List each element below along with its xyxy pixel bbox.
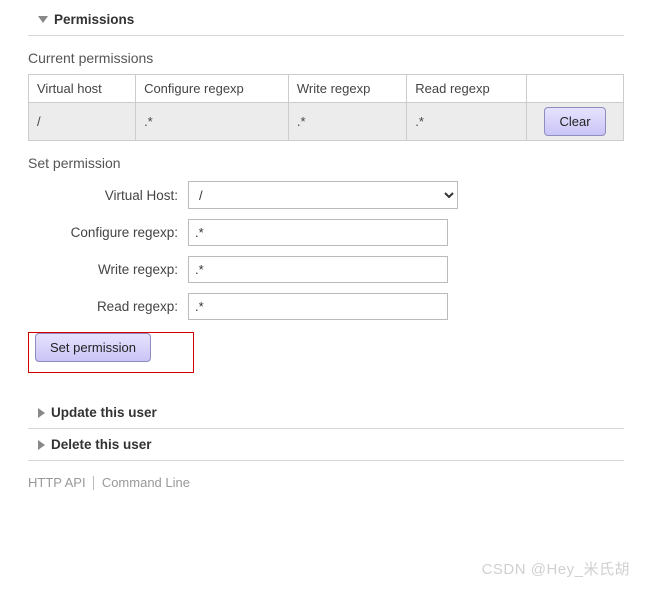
update-user-title: Update this user bbox=[51, 405, 157, 420]
cell-configure-regexp: .* bbox=[136, 103, 289, 141]
read-regexp-input[interactable] bbox=[188, 293, 448, 320]
permissions-section-title: Permissions bbox=[54, 12, 134, 27]
command-line-link[interactable]: Command Line bbox=[102, 475, 190, 490]
col-write-regexp: Write regexp bbox=[288, 75, 406, 103]
http-api-link[interactable]: HTTP API bbox=[28, 475, 86, 490]
chevron-right-icon bbox=[38, 408, 45, 418]
set-permission-heading: Set permission bbox=[28, 155, 624, 171]
clear-button[interactable]: Clear bbox=[544, 107, 605, 136]
cell-read-regexp: .* bbox=[407, 103, 527, 141]
col-virtual-host: Virtual host bbox=[29, 75, 136, 103]
permissions-section-header[interactable]: Permissions bbox=[28, 4, 624, 36]
col-actions bbox=[526, 75, 623, 103]
watermark-text: CSDN @Hey_米氏胡 bbox=[482, 558, 630, 579]
update-user-section-header[interactable]: Update this user bbox=[28, 397, 624, 429]
delete-user-title: Delete this user bbox=[51, 437, 152, 452]
table-header-row: Virtual host Configure regexp Write rege… bbox=[29, 75, 624, 103]
table-row: / .* .* .* Clear bbox=[29, 103, 624, 141]
col-configure-regexp: Configure regexp bbox=[136, 75, 289, 103]
col-read-regexp: Read regexp bbox=[407, 75, 527, 103]
current-permissions-heading: Current permissions bbox=[28, 50, 624, 66]
write-regexp-input[interactable] bbox=[188, 256, 448, 283]
cell-virtual-host: / bbox=[29, 103, 136, 141]
chevron-right-icon bbox=[38, 440, 45, 450]
configure-regexp-label: Configure regexp: bbox=[28, 225, 188, 240]
write-regexp-label: Write regexp: bbox=[28, 262, 188, 277]
virtual-host-select[interactable]: / bbox=[188, 181, 458, 209]
virtual-host-label: Virtual Host: bbox=[28, 188, 188, 203]
set-permission-highlight: Set permission bbox=[28, 332, 194, 373]
footer-links: HTTP API Command Line bbox=[28, 475, 624, 490]
set-permission-button[interactable]: Set permission bbox=[35, 333, 151, 362]
delete-user-section-header[interactable]: Delete this user bbox=[28, 429, 624, 461]
permissions-table: Virtual host Configure regexp Write rege… bbox=[28, 74, 624, 141]
configure-regexp-input[interactable] bbox=[188, 219, 448, 246]
chevron-down-icon bbox=[38, 16, 48, 23]
read-regexp-label: Read regexp: bbox=[28, 299, 188, 314]
cell-write-regexp: .* bbox=[288, 103, 406, 141]
footer-separator bbox=[93, 476, 94, 490]
